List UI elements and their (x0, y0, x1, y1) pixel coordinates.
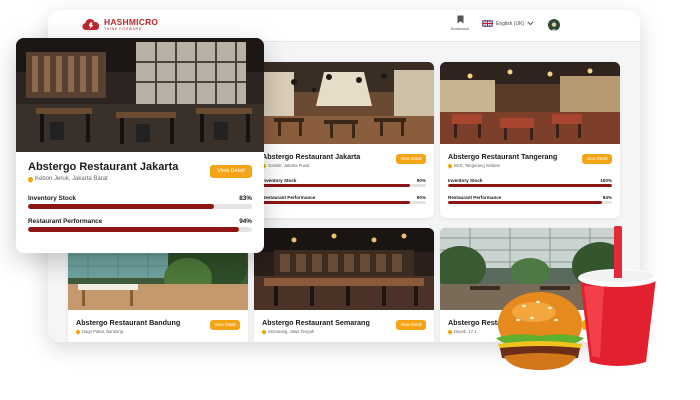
restaurant-performance-row: Restaurant Performance 90% (262, 195, 426, 200)
restaurant-name: Abstergo Restaurant Jakarta (262, 152, 361, 161)
location-text: Dago Pakar, Bandung (82, 329, 123, 334)
restaurant-name: Abstergo Restaurant Tangerang (448, 152, 558, 161)
restaurant-performance-fill (262, 201, 410, 204)
view-detail-button[interactable]: View Detail (582, 154, 612, 164)
view-detail-button[interactable]: View Detail (396, 320, 426, 330)
inventory-stock-row: Inventory Stock 83% (28, 195, 252, 202)
inventory-stock-row: Inventory Stock 100% (448, 178, 612, 183)
location-pin-icon (447, 328, 453, 335)
location-text: BSD, Tangerang Selatan (454, 163, 501, 168)
metric-value: 90% (416, 195, 426, 200)
featured-restaurant-card[interactable]: Abstergo Restaurant Jakarta Kebon Jeruk,… (16, 38, 264, 253)
restaurant-performance-bar (28, 227, 252, 232)
restaurant-photo (16, 38, 264, 152)
metric-label: Restaurant Performance (262, 195, 316, 200)
metric-label: Inventory Stock (448, 178, 483, 183)
bookmark-label: Bookmark (450, 26, 469, 31)
metric-value: 100% (600, 178, 612, 183)
restaurant-photo (440, 62, 620, 144)
soda-cup-icon (578, 226, 658, 366)
metric-value: 94% (239, 218, 252, 225)
restaurant-location: Kebon Jeruk, Jakarta Barat (26, 175, 108, 183)
restaurant-location: BSD, Tangerang Selatan (447, 162, 501, 169)
inventory-stock-bar (448, 184, 612, 187)
view-detail-button[interactable]: View Detail (210, 165, 252, 178)
restaurant-card[interactable]: Abstergo Restaurant Tangerang BSD, Tange… (440, 62, 620, 218)
restaurant-name: Abstergo Restaurant Semarang (262, 318, 370, 327)
metric-label: Restaurant Performance (28, 218, 103, 225)
restaurant-performance-row: Restaurant Performance 94% (28, 218, 252, 225)
restaurant-card[interactable]: Abstergo Restaurant Jakarta Gambir, Jaka… (254, 62, 434, 218)
restaurant-name: Abstergo Restaurant Jakarta (28, 161, 179, 173)
location-text: Gambir, Jakarta Pusat (268, 163, 310, 168)
brand-name: HASHMICRO (104, 17, 159, 28)
cloud-logo-icon (82, 17, 100, 33)
view-detail-button[interactable]: View Detail (210, 320, 240, 330)
restaurant-location: Semarang, Jawa Tengah (261, 328, 315, 335)
restaurant-performance-bar (448, 201, 612, 204)
restaurant-location: Depok, 17.1 (447, 328, 477, 335)
metric-label: Restaurant Performance (448, 195, 502, 200)
metric-value: 94% (602, 195, 612, 200)
location-text: Depok, 17.1 (454, 329, 477, 334)
restaurant-performance-fill (28, 227, 239, 232)
restaurant-photo (254, 62, 434, 144)
metric-label: Inventory Stock (262, 178, 297, 183)
location-pin-icon (447, 162, 453, 169)
chevron-down-icon (527, 21, 534, 26)
location-text: Semarang, Jawa Tengah (268, 329, 315, 334)
restaurant-card[interactable]: Abstergo Restaurant Semarang Semarang, J… (254, 228, 434, 342)
language-label: English (UK) (496, 20, 525, 27)
restaurant-performance-row: Restaurant Performance 94% (448, 195, 612, 200)
restaurant-performance-fill (448, 201, 603, 204)
metric-label: Inventory Stock (28, 195, 76, 202)
brand-logo[interactable]: HASHMICRO THINK FORWARD (82, 17, 158, 33)
inventory-stock-bar (262, 184, 426, 187)
brand-tagline: THINK FORWARD (104, 26, 142, 31)
showcase-stage: HASHMICRO THINK FORWARD Bookmark English… (0, 0, 700, 400)
restaurant-name: Abstergo Restaurant Bandung (76, 318, 181, 327)
inventory-stock-row: Inventory Stock 90% (262, 178, 426, 183)
user-avatar[interactable] (548, 19, 560, 31)
view-detail-button[interactable]: View Detail (396, 154, 426, 164)
uk-flag-icon (482, 20, 493, 27)
inventory-stock-fill (448, 184, 612, 187)
bookmark-button[interactable]: Bookmark (446, 15, 474, 31)
restaurant-location: Gambir, Jakarta Pusat (261, 162, 310, 169)
restaurant-location: Dago Pakar, Bandung (75, 328, 123, 335)
restaurant-photo (254, 228, 434, 310)
location-pin-icon (261, 328, 267, 335)
metric-value: 83% (239, 195, 252, 202)
bookmark-icon (457, 15, 463, 24)
language-selector[interactable]: English (UK) (482, 20, 534, 27)
inventory-stock-fill (262, 184, 410, 187)
inventory-stock-fill (28, 204, 214, 209)
inventory-stock-bar (28, 204, 252, 209)
location-text: Kebon Jeruk, Jakarta Barat (35, 176, 108, 182)
burger-icon (496, 292, 584, 370)
location-pin-icon (26, 175, 35, 183)
location-pin-icon (75, 328, 81, 335)
restaurant-performance-bar (262, 201, 426, 204)
metric-value: 90% (416, 178, 426, 183)
